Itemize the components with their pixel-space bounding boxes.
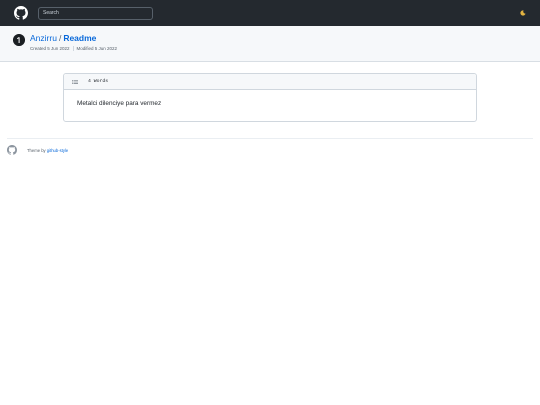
avatar[interactable] xyxy=(13,34,25,46)
footer-text: Theme by github-style xyxy=(27,148,68,153)
moon-icon[interactable] xyxy=(518,8,528,18)
footer-theme-prefix: Theme by xyxy=(27,147,46,153)
theme-link[interactable]: github-style xyxy=(47,148,68,153)
repo-meta: Created 5 Jun 2022 Modified 5 Jun 2022 xyxy=(30,46,117,51)
main-content: 4 Words Metalci dilenciye para vermez xyxy=(0,62,540,122)
footer: Theme by github-style xyxy=(0,139,540,155)
repo-header: Anzirru / Readme Created 5 Jun 2022 Modifi… xyxy=(0,26,540,62)
readme-file-box: 4 Words Metalci dilenciye para vermez xyxy=(63,73,477,122)
breadcrumb: Anzirru / Readme xyxy=(30,33,117,43)
repo-owner-link[interactable]: Anzirru xyxy=(30,33,57,43)
github-footer-icon[interactable] xyxy=(7,145,17,155)
file-header: 4 Words xyxy=(64,74,476,90)
word-count: 4 Words xyxy=(88,79,109,84)
modified-date: Modified 5 Jun 2022 xyxy=(76,46,118,51)
github-icon[interactable] xyxy=(14,6,28,20)
list-icon[interactable] xyxy=(71,78,79,86)
repo-name-link[interactable]: Readme xyxy=(63,33,96,43)
created-date: Created 5 Jun 2022 xyxy=(30,46,70,51)
search-input[interactable] xyxy=(38,6,153,20)
meta-divider xyxy=(72,46,74,51)
file-content: Metalci dilenciye para vermez xyxy=(77,100,162,107)
top-nav-bar xyxy=(0,0,540,26)
breadcrumb-separator: / xyxy=(58,33,62,43)
repo-title-block: Anzirru / Readme Created 5 Jun 2022 Modifi… xyxy=(30,33,117,51)
